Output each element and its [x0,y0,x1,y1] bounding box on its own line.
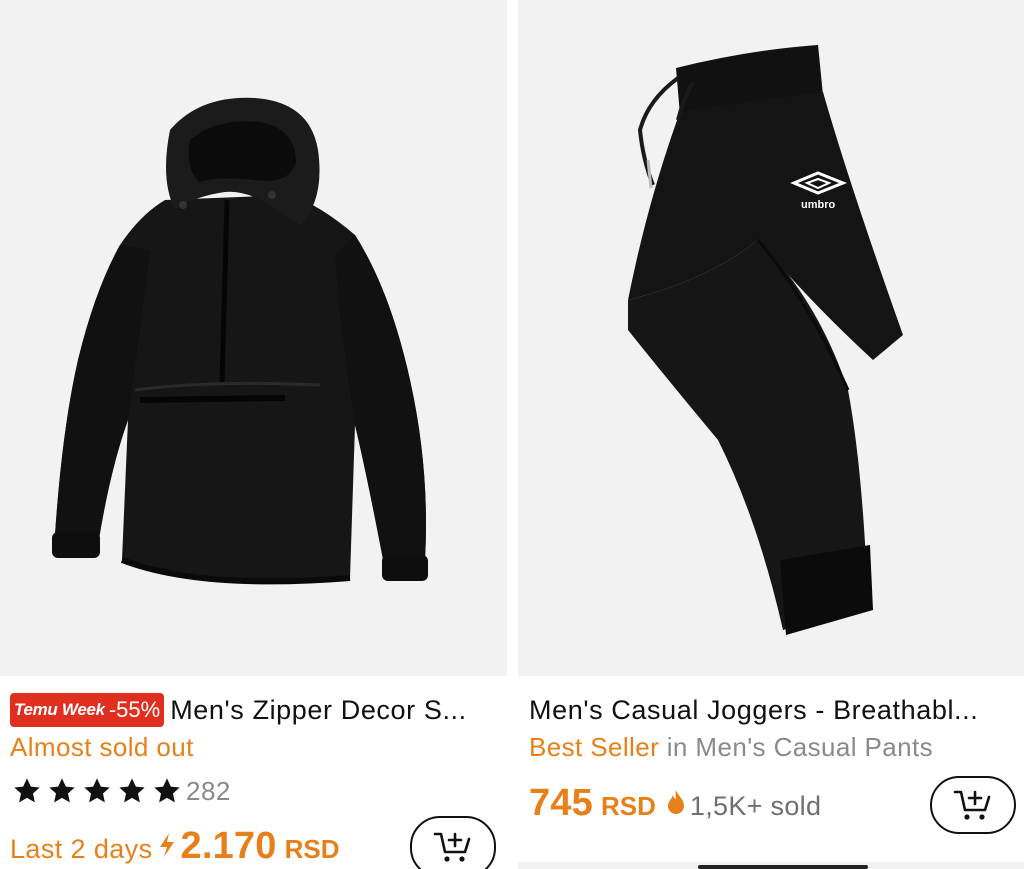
product-title[interactable]: Men's Zipper Decor S... [170,695,467,726]
brand-logo-text: umbro [801,199,836,211]
rating-count: 282 [186,775,231,806]
stock-status: Almost sold out [10,732,194,762]
star-icon [14,778,40,803]
rating-stars [10,775,184,807]
product-card[interactable]: Temu Week -55% Men's Zipper Decor S... A… [0,0,507,869]
rating[interactable]: 282 [10,772,231,810]
bestseller-label: Best Seller [529,732,660,762]
joggers-image: umbro [518,0,1024,676]
jacket-image [0,0,507,676]
flame-icon [667,790,684,814]
price-currency: RSD [601,791,656,821]
next-product-image-top [698,865,868,869]
product-grid: Temu Week -55% Men's Zipper Decor S... A… [0,0,1024,869]
deal-countdown-label: Last 2 days [10,834,153,864]
product-title[interactable]: Men's Casual Joggers - Breathabl... [529,695,978,726]
star-icon [84,778,110,803]
add-to-cart-button[interactable] [930,776,1016,834]
promo-badge: Temu Week -55% [10,693,165,727]
star-icon [49,778,75,803]
product-title-row[interactable]: Men's Casual Joggers - Breathabl... [529,690,1018,730]
price-amount: 2.170 [180,825,277,867]
product-title-row[interactable]: Temu Week -55% Men's Zipper Decor S... [10,690,501,730]
add-to-cart-button[interactable] [410,816,496,869]
bestseller-category[interactable]: in Men's Casual Pants [667,732,933,762]
price-row: 745 RSD 1,5K+ sold [529,782,821,825]
price-currency: RSD [284,834,340,864]
product-image[interactable]: umbro [518,0,1024,676]
bestseller-line: Best Seller in Men's Casual Pants [529,732,933,763]
price-row: Last 2 days 2.170 RSD [10,825,340,868]
promo-badge-label: Temu Week [14,700,105,719]
lightning-icon [159,833,174,857]
product-image[interactable] [0,0,507,676]
discount-percent: -55% [108,697,161,722]
price-amount: 745 [529,782,594,824]
star-icon [119,778,145,803]
add-to-cart-icon [433,832,471,862]
product-card[interactable]: umbro Men's Casual Joggers - Breathabl..… [518,0,1024,869]
next-product-image-edge [518,862,1024,869]
star-icon [154,778,180,803]
add-to-cart-icon [953,790,991,820]
sold-count: 1,5K+ sold [689,791,822,821]
